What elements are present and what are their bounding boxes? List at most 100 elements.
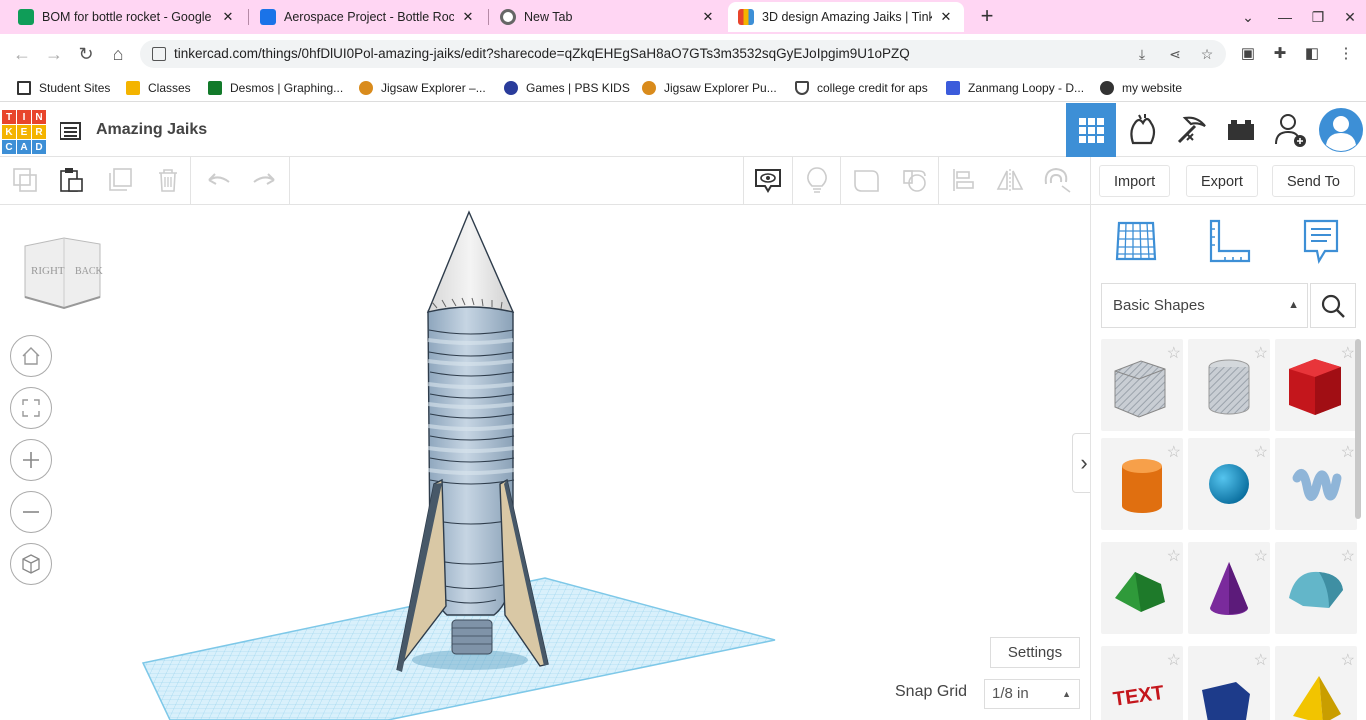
bookmark-zanmang-loopy[interactable]: Zanmang Loopy - D... — [946, 81, 1084, 95]
home-view-button[interactable] — [10, 335, 52, 377]
bookmark-college-credit[interactable]: college credit for aps — [795, 81, 928, 95]
bricks-icon[interactable] — [1216, 103, 1266, 157]
star-icon[interactable]: ☆ — [1341, 442, 1355, 462]
close-icon[interactable]: ✕ — [220, 9, 236, 25]
show-all-lightbulb-icon[interactable] — [802, 165, 832, 195]
extensions-puzzle-icon[interactable]: ✚ — [1270, 44, 1290, 64]
project-name[interactable]: Amazing Jaiks — [96, 121, 207, 139]
close-icon[interactable]: ✕ — [700, 9, 716, 25]
minimize-button[interactable]: — — [1274, 6, 1296, 28]
viewcube[interactable]: RIGHT BACK — [24, 237, 104, 310]
3d-view-grid-icon[interactable] — [1066, 103, 1116, 157]
shape-cylinder[interactable]: ☆ — [1101, 438, 1183, 530]
perspective-toggle-button[interactable] — [10, 543, 52, 585]
settings-button[interactable]: Settings — [990, 637, 1080, 668]
site-info-icon[interactable] — [152, 47, 166, 61]
bookmark-classes[interactable]: Classes — [126, 81, 191, 95]
bookmark-desmos[interactable]: Desmos | Graphing... — [208, 81, 343, 95]
copy-icon[interactable] — [10, 165, 40, 195]
bookmark-jigsaw-2[interactable]: Jigsaw Explorer Pu... — [642, 81, 777, 95]
star-icon[interactable]: ☆ — [1167, 343, 1181, 363]
bookmark-jigsaw-1[interactable]: Jigsaw Explorer –... — [359, 81, 486, 95]
tab-bom-sheet[interactable]: BOM for bottle rocket - Google Sh ✕ — [8, 2, 246, 32]
zoom-out-button[interactable] — [10, 491, 52, 533]
avatar[interactable] — [1316, 103, 1366, 157]
notes-icon[interactable] — [753, 165, 783, 195]
star-icon[interactable]: ☆ — [1167, 442, 1181, 462]
shape-box-hole[interactable]: ☆ — [1101, 339, 1183, 431]
shape-polygon[interactable]: ☆ — [1188, 646, 1270, 720]
mirror-icon[interactable] — [995, 165, 1025, 195]
fit-view-button[interactable] — [10, 387, 52, 429]
redo-icon[interactable] — [250, 165, 280, 195]
bookmark-star-icon[interactable]: ☆ — [1197, 44, 1217, 64]
paste-icon[interactable] — [56, 165, 86, 195]
shape-round-roof[interactable]: ☆ — [1275, 542, 1357, 634]
pickaxe-icon[interactable] — [1166, 103, 1216, 157]
star-icon[interactable]: ☆ — [1341, 343, 1355, 363]
back-button[interactable]: ← — [9, 41, 35, 67]
star-icon[interactable]: ☆ — [1167, 650, 1181, 670]
star-icon[interactable]: ☆ — [1341, 546, 1355, 566]
undo-icon[interactable] — [203, 165, 233, 195]
viewcube-right-label[interactable]: RIGHT — [31, 265, 65, 277]
import-button[interactable]: Import — [1099, 165, 1171, 197]
align-icon[interactable] — [948, 165, 978, 195]
group-icon[interactable] — [851, 165, 881, 195]
side-panel-icon[interactable]: ◧ — [1302, 44, 1322, 64]
notes-panel-icon[interactable] — [1297, 217, 1345, 265]
tab-tinkercad[interactable]: 3D design Amazing Jaiks | Tinke ✕ — [728, 2, 964, 32]
bookmark-pbs-kids[interactable]: Games | PBS KIDS — [504, 81, 630, 95]
close-icon[interactable]: ✕ — [460, 9, 476, 25]
tinkercad-logo[interactable]: T I N K E R C A D — [2, 110, 46, 156]
address-bar[interactable]: tinkercad.com/things/0hfDlUI0Pol-amazing… — [140, 40, 1226, 68]
workplane-icon[interactable] — [1113, 217, 1161, 265]
design-list-icon[interactable] — [60, 122, 82, 140]
shape-pyramid[interactable]: ☆ — [1275, 646, 1357, 720]
snap-grid-select[interactable]: 1/8 in ▲ — [984, 679, 1080, 709]
cruise-magnet-icon[interactable] — [1042, 165, 1072, 195]
workplane-canvas[interactable]: RIGHT BACK — [0, 205, 1090, 720]
star-icon[interactable]: ☆ — [1254, 442, 1268, 462]
export-button[interactable]: Export — [1186, 165, 1258, 197]
menu-kebab-icon[interactable]: ⋮ — [1336, 44, 1356, 64]
blocks-icon[interactable] — [1117, 103, 1167, 157]
shape-search-button[interactable] — [1310, 283, 1356, 328]
star-icon[interactable]: ☆ — [1254, 343, 1268, 363]
shape-category-select[interactable]: Basic Shapes ▲ — [1101, 283, 1308, 328]
ungroup-icon[interactable] — [900, 165, 930, 195]
shape-cone[interactable]: ☆ — [1188, 542, 1270, 634]
bookmark-student-sites[interactable]: Student Sites — [17, 81, 110, 95]
workplane-scene[interactable]: RIGHT BACK — [0, 205, 1090, 720]
url-text[interactable]: tinkercad.com/things/0hfDlUI0Pol-amazing… — [174, 46, 910, 61]
share-icon[interactable]: ⋖ — [1165, 44, 1185, 64]
close-window-button[interactable]: ✕ — [1339, 6, 1361, 28]
forward-button[interactable]: → — [41, 41, 67, 67]
send-to-button[interactable]: Send To — [1272, 165, 1355, 197]
rocket-model[interactable] — [396, 210, 549, 672]
reload-button[interactable]: ↻ — [73, 41, 99, 67]
home-button[interactable]: ⌂ — [105, 41, 131, 67]
restore-button[interactable]: ❐ — [1307, 6, 1329, 28]
tab-aerospace-project[interactable]: Aerospace Project - Bottle Rocke ✕ — [250, 2, 486, 32]
star-icon[interactable]: ☆ — [1254, 650, 1268, 670]
star-icon[interactable]: ☆ — [1167, 546, 1181, 566]
close-icon[interactable]: ✕ — [938, 9, 954, 25]
bookmark-my-website[interactable]: my website — [1100, 81, 1182, 95]
shape-roof[interactable]: ☆ — [1101, 542, 1183, 634]
ruler-icon[interactable] — [1205, 217, 1253, 265]
new-tab-button[interactable]: + — [976, 4, 998, 28]
duplicate-icon[interactable] — [105, 165, 135, 195]
zoom-in-button[interactable] — [10, 439, 52, 481]
install-app-icon[interactable]: ⤓ — [1132, 44, 1152, 64]
extension-icon[interactable]: ▣ — [1238, 44, 1258, 64]
delete-icon[interactable] — [153, 165, 183, 195]
shape-text[interactable]: TEXT ☆ — [1101, 646, 1183, 720]
star-icon[interactable]: ☆ — [1341, 650, 1355, 670]
invite-user-icon[interactable] — [1266, 103, 1316, 157]
shape-cylinder-hole[interactable]: ☆ — [1188, 339, 1270, 431]
shape-sphere[interactable]: ☆ — [1188, 438, 1270, 530]
tab-search-chevron-icon[interactable]: ⌄ — [1237, 6, 1259, 28]
shape-box[interactable]: ☆ — [1275, 339, 1357, 431]
viewcube-back-label[interactable]: BACK — [75, 266, 104, 277]
